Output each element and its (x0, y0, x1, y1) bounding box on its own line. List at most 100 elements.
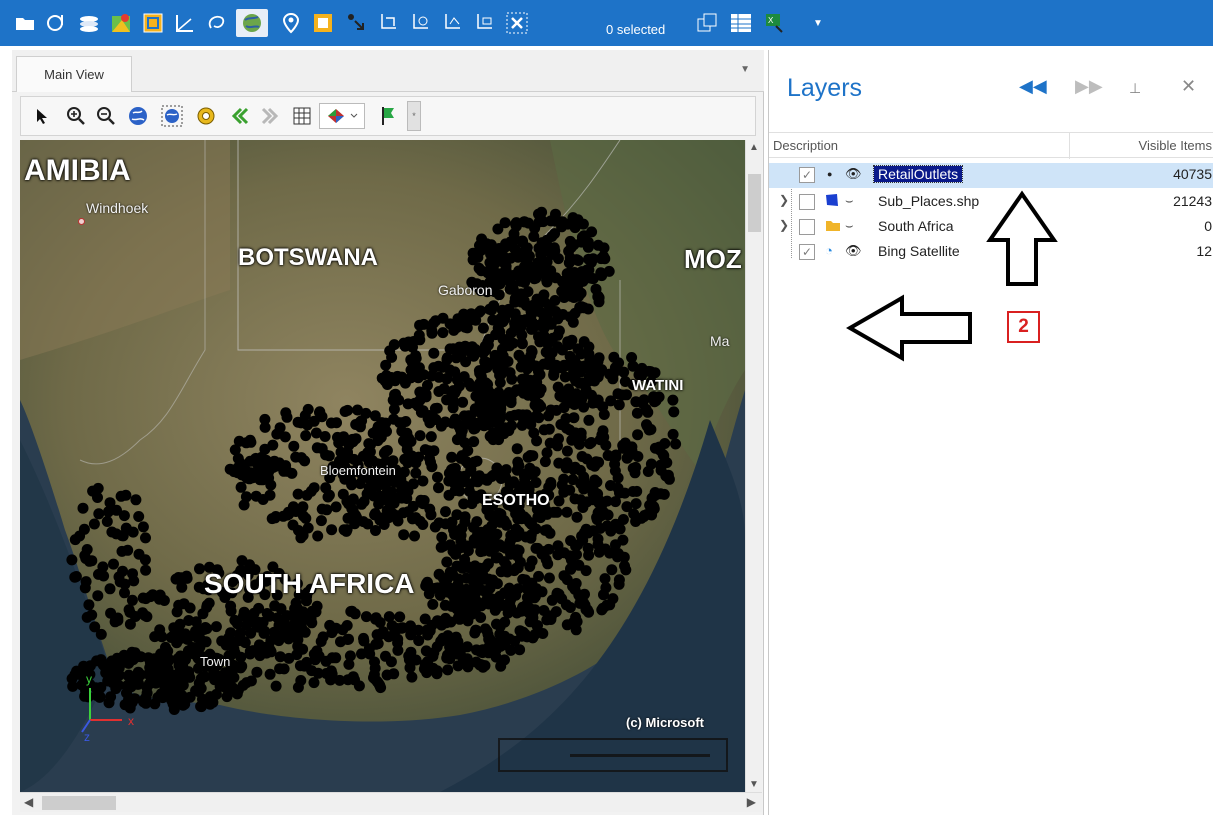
point-select-icon[interactable] (344, 9, 370, 37)
select-box-icon[interactable] (140, 9, 166, 37)
scroll-left-icon[interactable]: ◀ (24, 795, 33, 809)
outlet-point (561, 289, 573, 301)
outlet-point (370, 638, 382, 650)
zoom-out-icon[interactable] (93, 103, 119, 129)
clear-selection-icon[interactable] (504, 9, 530, 37)
outlet-point (119, 578, 131, 590)
outlet-point (432, 471, 443, 483)
pin-icon[interactable] (278, 9, 304, 37)
back-icon[interactable] (227, 103, 253, 129)
outlet-point (179, 693, 191, 705)
tab-main-view-label: Main View (44, 67, 104, 82)
outlet-point (278, 616, 290, 628)
outlet-point (526, 345, 538, 357)
outlet-point (477, 322, 489, 334)
lasso-icon[interactable] (204, 9, 230, 37)
vertical-scrollbar[interactable]: ▲ ▼ (745, 140, 762, 792)
layer-row-retailoutlets[interactable]: ✓ ● 👁 RetailOutlets 40735 (769, 163, 1213, 188)
outlet-point (439, 599, 451, 611)
globe-layer-extent-icon[interactable] (159, 103, 185, 129)
expand-icon[interactable]: ❯ (779, 218, 789, 232)
tab-menu-icon[interactable]: ▼ (740, 64, 750, 75)
select-tool-2-icon[interactable] (408, 9, 434, 37)
eye-open-icon[interactable]: 👁 (845, 243, 862, 259)
vertical-scroll-thumb[interactable] (748, 174, 761, 232)
scroll-down-icon[interactable]: ▼ (749, 779, 759, 790)
outlet-point (490, 552, 502, 564)
outlet-point (670, 438, 682, 450)
outlet-point (600, 439, 612, 451)
horizontal-scroll-thumb[interactable] (42, 796, 116, 810)
outlet-point (335, 446, 347, 458)
measure-icon[interactable] (172, 9, 198, 37)
grid-icon[interactable] (289, 103, 315, 129)
outlet-point (140, 532, 151, 544)
zoom-in-icon[interactable] (63, 103, 89, 129)
outlet-point (206, 696, 218, 707)
tab-main-view[interactable]: Main View (16, 56, 132, 92)
table-icon[interactable] (728, 9, 754, 37)
outlet-point (610, 451, 622, 463)
outlet-point (583, 414, 595, 426)
scroll-up-icon[interactable]: ▲ (749, 142, 759, 153)
map-canvas[interactable]: AMIBIA BOTSWANA MOZ SOUTH AFRICA ESOTHO … (20, 140, 745, 792)
collapse-right-icon[interactable]: ▶▶ (1075, 76, 1103, 97)
outlet-point (342, 674, 354, 686)
outlet-point (527, 632, 539, 644)
city-maputo: Ma (710, 333, 730, 349)
outlet-point (427, 598, 439, 610)
pointer-icon[interactable] (29, 103, 55, 129)
layer-visibility-checkbox[interactable] (799, 194, 815, 210)
column-separator[interactable] (1069, 133, 1070, 159)
folder-icon[interactable] (12, 9, 38, 37)
outlet-point (287, 519, 299, 531)
excel-icon[interactable]: X (762, 9, 788, 37)
outlet-point (468, 456, 480, 468)
frame-icon[interactable] (310, 9, 336, 37)
collapse-left-icon[interactable]: ◀◀ (1019, 76, 1047, 97)
layers-stack-icon[interactable] (76, 9, 102, 37)
layer-visibility-checkbox[interactable]: ✓ (799, 167, 815, 183)
select-tool-1-icon[interactable] (376, 9, 402, 37)
outlet-point (659, 438, 671, 449)
globe-full-extent-icon[interactable] (125, 103, 151, 129)
outlet-point (568, 463, 579, 475)
eye-closed-icon[interactable]: ⌣ (845, 193, 854, 209)
layer-visibility-checkbox[interactable]: ✓ (799, 244, 815, 260)
outlet-point (436, 616, 448, 628)
map-marker-icon[interactable] (108, 9, 134, 37)
select-tool-4-icon[interactable] (472, 9, 498, 37)
legend-icon[interactable] (375, 103, 401, 129)
dropdown-icon[interactable]: ▼ (808, 9, 828, 37)
outlet-point (115, 490, 127, 502)
column-visible-items[interactable]: Visible Items (1139, 138, 1212, 153)
outlet-point (536, 247, 548, 259)
pin-panel-icon[interactable]: ⊥ (1129, 80, 1141, 97)
outlet-point (561, 445, 573, 457)
expand-icon[interactable]: ❯ (779, 193, 789, 207)
outlet-point (325, 417, 337, 429)
outlet-point (527, 468, 539, 480)
column-description[interactable]: Description (773, 138, 838, 153)
outlet-point (578, 527, 590, 539)
outlet-point (369, 662, 381, 674)
layer-settings-icon[interactable] (44, 9, 70, 37)
select-tool-3-icon[interactable] (440, 9, 466, 37)
outlet-point (484, 633, 496, 645)
horizontal-scrollbar[interactable]: ◀ ▶ (20, 792, 762, 812)
theme-icon[interactable] (319, 103, 365, 129)
outlet-point (236, 555, 248, 567)
globe-icon[interactable] (236, 9, 268, 37)
scroll-right-icon[interactable]: ▶ (747, 795, 756, 809)
outlet-point (564, 235, 576, 247)
outlet-point (483, 265, 495, 277)
eye-closed-icon[interactable]: ⌣ (845, 218, 854, 234)
pin-icon[interactable]: * (407, 101, 421, 131)
export-selection-icon[interactable] (694, 9, 720, 37)
settings-icon[interactable] (193, 103, 219, 129)
forward-icon[interactable] (257, 103, 283, 129)
close-icon[interactable]: ✕ (1181, 76, 1196, 97)
layer-visibility-checkbox[interactable] (799, 219, 815, 235)
outlet-point (583, 549, 595, 561)
eye-open-icon[interactable]: 👁 (845, 166, 862, 182)
